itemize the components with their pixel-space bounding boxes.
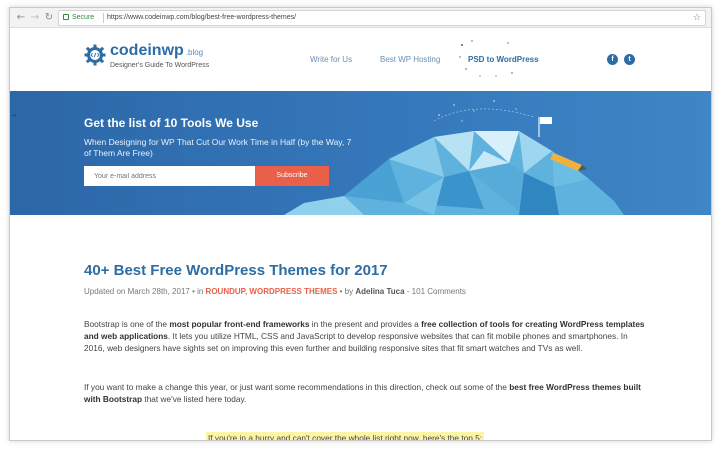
- article-content: 40+ Best Free WordPress Themes for 2017 …: [10, 215, 711, 440]
- post-meta: Updated on March 28th, 2017 • in ROUNDUP…: [84, 287, 466, 297]
- gear-logo-icon[interactable]: [84, 44, 106, 66]
- para2-text-2: that we've listed here today.: [142, 394, 247, 404]
- category-link-roundup[interactable]: ROUNDUP: [206, 287, 245, 296]
- reload-icon[interactable]: ↻: [42, 11, 56, 25]
- lock-icon: [63, 14, 69, 20]
- meta-updated: Updated on March 28th, 2017 • in: [84, 287, 206, 296]
- sparkle-decoration: [459, 40, 513, 77]
- banner-title: Get the list of 10 Tools We Use: [84, 116, 259, 130]
- browser-window: ← → ↻ Secure https://www.codeinwp.com/bl…: [9, 7, 712, 441]
- newsletter-banner: → Get the list of 10 Tools We Use When D…: [10, 91, 711, 215]
- bookmark-star-icon[interactable]: ☆: [693, 11, 701, 25]
- subscribe-button[interactable]: Subscribe: [255, 166, 329, 186]
- forward-icon[interactable]: →: [28, 11, 42, 25]
- address-bar[interactable]: Secure https://www.codeinwp.com/blog/bes…: [58, 10, 706, 26]
- author-link[interactable]: Adelina Tuca: [355, 287, 404, 296]
- para2-text-1: If you want to make a change this year, …: [84, 382, 510, 392]
- logo-wordmark[interactable]: codeinwp .blog: [110, 42, 203, 62]
- para1-bold-1: most popular front-end frameworks: [169, 319, 310, 329]
- nav-write-for-us[interactable]: Write for Us: [310, 55, 352, 65]
- facebook-icon[interactable]: f: [607, 54, 618, 65]
- post-title[interactable]: 40+ Best Free WordPress Themes for 2017: [84, 262, 388, 280]
- browser-toolbar: ← → ↻ Secure https://www.codeinwp.com/bl…: [10, 8, 711, 28]
- second-paragraph: If you want to make a change this year, …: [84, 381, 649, 405]
- email-input[interactable]: [84, 166, 255, 186]
- comments-link[interactable]: - 101 Comments: [405, 287, 466, 296]
- logo-name: codeinwp: [110, 42, 184, 59]
- logo-tagline: Designer's Guide To WordPress: [110, 62, 210, 69]
- secure-label: Secure: [72, 14, 95, 21]
- nav-best-wp-hosting[interactable]: Best WP Hosting: [380, 55, 440, 65]
- url-text[interactable]: https://www.codeinwp.com/blog/best-free-…: [107, 13, 296, 23]
- logo-tld: .blog: [185, 48, 204, 57]
- intro-paragraph: Bootstrap is one of the most popular fro…: [84, 318, 649, 354]
- twitter-icon[interactable]: t: [624, 54, 635, 65]
- meta-by: • by: [337, 287, 356, 296]
- top5-callout: If you're in a hurry and can't cover the…: [206, 432, 485, 440]
- site-header: codeinwp .blog Designer's Guide To WordPr…: [10, 29, 711, 91]
- para1-text-2: in the present and provides a: [309, 319, 422, 329]
- category-link-wordpress-themes[interactable]: WORDPRESS THEMES: [249, 287, 337, 296]
- banner-subtitle: When Designing for WP That Cut Our Work …: [84, 137, 352, 158]
- url-divider: [103, 13, 104, 23]
- side-arrow-icon: →: [10, 111, 17, 120]
- para1-text-1: Bootstrap is one of the: [84, 319, 170, 329]
- back-icon[interactable]: ←: [14, 11, 28, 25]
